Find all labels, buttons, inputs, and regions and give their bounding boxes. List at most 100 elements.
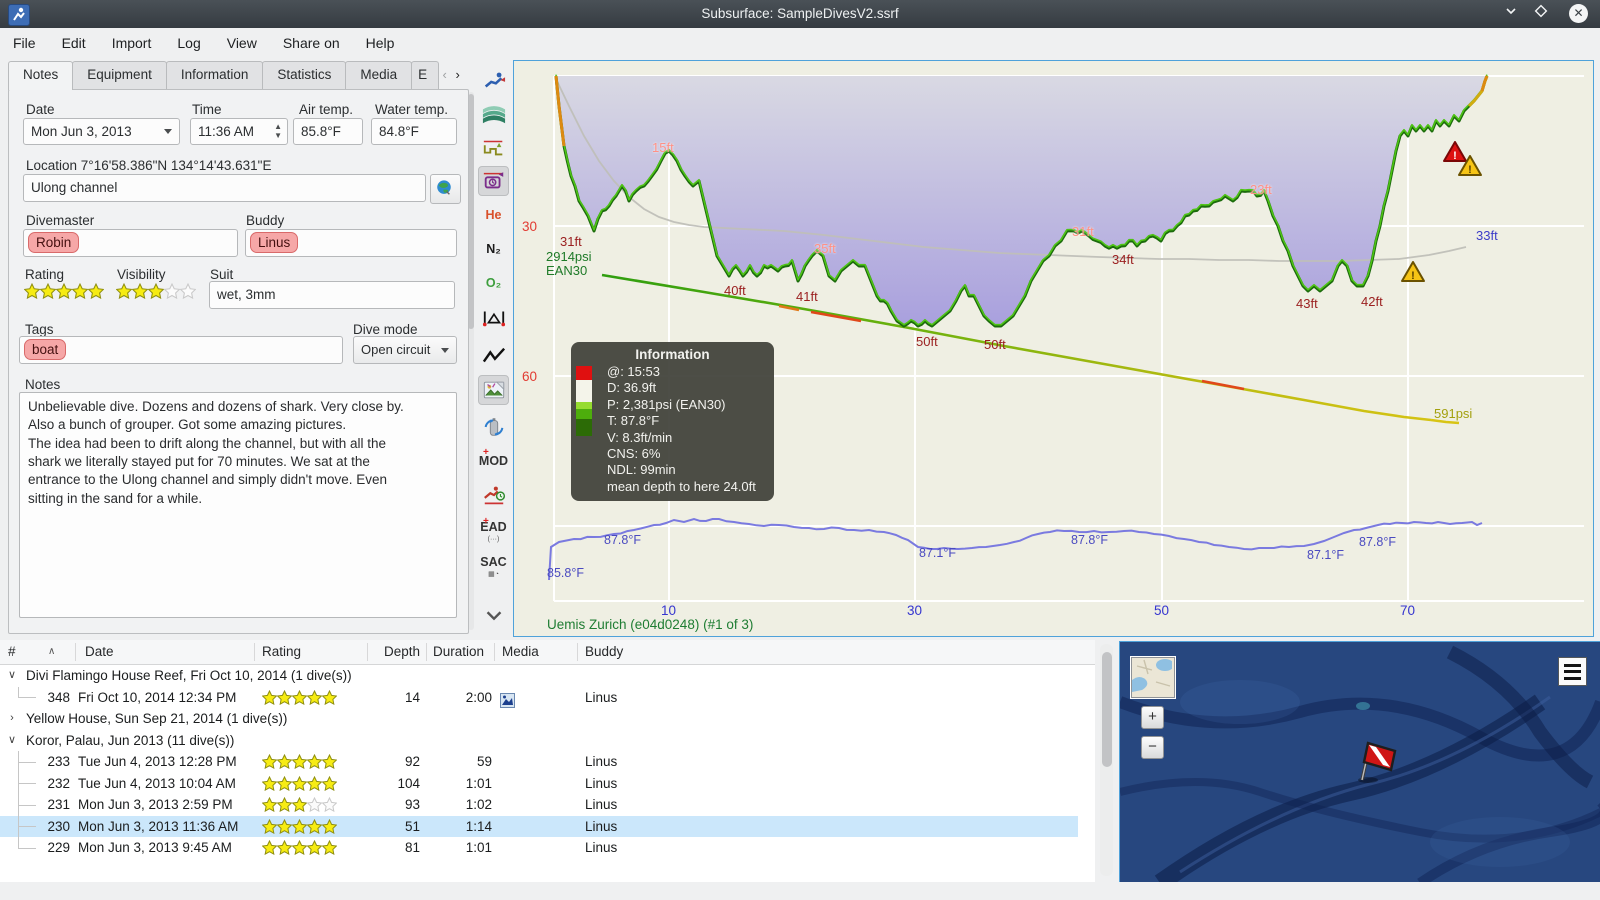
close-icon[interactable]: ✕ — [1569, 4, 1588, 23]
zoom-in-button[interactable]: + — [1141, 706, 1164, 729]
menu-item-view[interactable]: View — [214, 28, 270, 58]
buddy-label: Buddy — [246, 213, 285, 228]
dive-mode-select[interactable]: Open circuit — [353, 336, 457, 364]
dive-row[interactable]: 230 Mon Jun 3, 2013 11:36 AM 51 1:14 Linus — [0, 815, 1078, 837]
divemaster-field[interactable]: Robin — [23, 229, 238, 257]
dive-list-scrollbar[interactable] — [1100, 644, 1113, 876]
tab-statistics[interactable]: Statistics — [262, 61, 347, 90]
zoom-out-button[interactable]: − — [1141, 736, 1164, 759]
menu-item-share-on[interactable]: Share on — [270, 28, 353, 58]
buddy-field[interactable]: Linus — [245, 229, 457, 257]
scroll-down-icon[interactable] — [478, 600, 509, 630]
tab-equipment[interactable]: Equipment — [72, 61, 167, 90]
oxygen-graph-icon[interactable]: O₂ — [478, 268, 509, 298]
dive-date: Tue Jun 4, 2013 10:04 AM — [78, 775, 236, 791]
globe-button[interactable] — [430, 174, 461, 204]
minimap[interactable] — [1131, 657, 1175, 698]
pressure-start-label: EAN30 — [546, 263, 588, 278]
location-field[interactable]: Ulong channel — [23, 174, 426, 202]
chevron-down-icon — [441, 348, 449, 353]
depth-max-label: 43ft — [1296, 296, 1318, 311]
tab-bar: Notes Equipment Information Statistics Media… — [8, 61, 464, 90]
tab-scroll-left-icon[interactable]: ‹ — [438, 61, 451, 90]
photos-icon[interactable] — [478, 375, 509, 405]
dive-row[interactable]: 348 Fri Oct 10, 2014 12:34 PM 14 2:00 Linus — [0, 686, 1078, 709]
sac-icon[interactable]: SAC ▦◔ — [478, 550, 509, 580]
notes-textarea[interactable]: Unbelievable dive. Dozens and dozens of … — [19, 392, 457, 618]
tab-notes[interactable]: Notes — [8, 61, 74, 90]
spinner-icons[interactable]: ▲ ▼ — [274, 122, 282, 140]
dive-number: 232 — [47, 775, 70, 791]
divemaster-tag[interactable]: Robin — [28, 232, 80, 253]
time-field[interactable]: 11:36 AM ▲ ▼ — [190, 118, 288, 145]
nitrogen-graph-icon[interactable]: N₂ — [478, 234, 509, 264]
map-menu-button[interactable] — [1558, 657, 1587, 686]
depth-peak-label: 35ft — [814, 241, 836, 256]
waves-icon[interactable] — [478, 99, 509, 129]
dive-mode-icon[interactable] — [478, 66, 509, 96]
trip-row[interactable]: ∨ Koror, Palau, Jun 2013 (11 dive(s)) — [0, 730, 1078, 752]
collapse-icon[interactable]: ∨ — [4, 665, 20, 687]
rating-stars[interactable] — [23, 282, 105, 304]
dive-buddy: Linus — [585, 689, 618, 705]
heart-rate-icon[interactable] — [478, 342, 509, 372]
dive-row[interactable]: 233 Tue Jun 4, 2013 12:28 PM 92 59 Linus — [0, 751, 1078, 773]
deco-time-icon[interactable] — [478, 481, 509, 511]
dive-row[interactable]: 229 Mon Jun 3, 2013 9:45 AM 81 1:01 Linus — [0, 837, 1078, 859]
menu-item-help[interactable]: Help — [353, 28, 408, 58]
temperature-label: 87.8°F — [604, 533, 641, 547]
dive-duration: 1:14 — [465, 818, 492, 834]
tab-scroll-right-icon[interactable]: › — [451, 61, 464, 90]
depth-max-label: 50ft — [916, 334, 938, 349]
location-label: Location 7°16'58.386"N 134°14'43.631"E — [26, 158, 272, 173]
time-axis-tick: 70 — [1400, 603, 1416, 618]
dive-row[interactable]: 231 Mon Jun 3, 2013 2:59 PM 93 1:02 Linus — [0, 794, 1078, 816]
collapse-icon[interactable]: ∨ — [4, 730, 20, 752]
tags-field[interactable]: boat — [19, 336, 343, 364]
trip-row[interactable]: › Yellow House, Sun Sep 21, 2014 (1 dive(… — [0, 708, 1078, 730]
chevron-down-icon — [164, 129, 172, 134]
dive-duration: 2:00 — [465, 689, 492, 705]
map-panel[interactable]: + − — [1119, 641, 1600, 882]
dive-flag-marker[interactable] — [1352, 736, 1398, 789]
date-field[interactable]: Mon Jun 3, 2013 — [23, 118, 180, 145]
maximize-icon[interactable] — [1530, 3, 1552, 25]
menu-item-edit[interactable]: Edit — [49, 28, 99, 58]
tag-boat[interactable]: boat — [24, 339, 67, 360]
divemaster-label: Divemaster — [26, 213, 95, 228]
water-temp-field[interactable]: 84.8°F — [371, 118, 457, 145]
tab-media[interactable]: Media — [345, 61, 413, 90]
depth-axis-tick: 30 — [522, 219, 538, 234]
events-icon[interactable] — [478, 166, 509, 196]
depth-peak-label: 15ft — [652, 140, 674, 155]
mod-icon[interactable]: + MOD — [478, 446, 509, 476]
ead-icon[interactable]: + EAD (···) — [478, 515, 509, 545]
buddy-tag[interactable]: Linus — [250, 232, 299, 253]
date-label: Date — [26, 102, 55, 117]
dive-row[interactable]: 232 Tue Jun 4, 2013 10:04 AM 104 1:01 Linus — [0, 772, 1078, 794]
tank-bar-icon[interactable] — [478, 412, 509, 442]
minimize-icon[interactable] — [1500, 3, 1522, 25]
menu-item-log[interactable]: Log — [164, 28, 213, 58]
suit-field[interactable]: wet, 3mm — [209, 281, 455, 309]
tab-e[interactable]: E — [411, 61, 440, 90]
tab-information[interactable]: Information — [165, 61, 264, 90]
water-temp-label: Water temp. — [375, 102, 449, 117]
dive-rating-stars — [261, 839, 338, 862]
menu-item-import[interactable]: Import — [99, 28, 165, 58]
dc-ceiling-icon[interactable] — [478, 133, 509, 163]
dive-duration: 59 — [476, 754, 492, 769]
trip-label: Yellow House, Sun Sep 21, 2014 (1 dive(s… — [26, 711, 288, 726]
helium-graph-icon[interactable]: He — [478, 200, 509, 230]
expand-icon[interactable]: › — [4, 708, 20, 730]
col-date: Date — [85, 644, 114, 659]
dive-list-header[interactable]: # ∧ Date Rating Depth Duration Media Bud… — [0, 640, 1095, 665]
dive-number: 231 — [47, 797, 70, 812]
trip-row[interactable]: ∨ Divi Flamingo House Reef, Fri Oct 10, 2… — [0, 665, 1078, 687]
visibility-stars[interactable] — [115, 282, 197, 304]
air-temp-field[interactable]: 85.8°F — [293, 118, 363, 145]
dive-number: 229 — [47, 840, 70, 855]
menu-item-file[interactable]: File — [0, 28, 49, 58]
ruler-icon[interactable] — [478, 303, 509, 333]
dive-buddy: Linus — [585, 754, 618, 769]
